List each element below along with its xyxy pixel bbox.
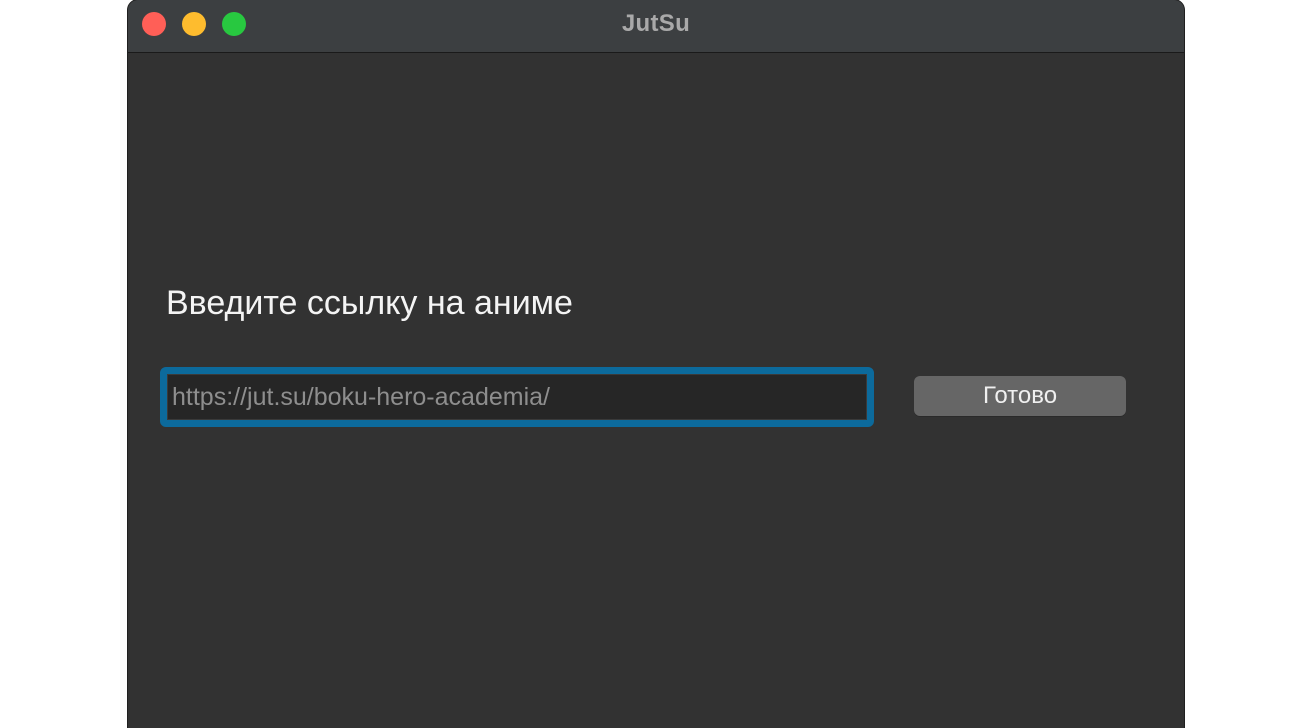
prompt-label: Введите ссылку на аниме	[166, 284, 573, 322]
submit-button[interactable]: Готово	[914, 376, 1126, 416]
window-title: JutSu	[621, 10, 691, 37]
app-window: JutSu Введите ссылку на аниме Готово	[128, 0, 1184, 728]
url-input-focus-ring	[160, 367, 874, 427]
url-input[interactable]	[167, 374, 867, 420]
title-bar: JutSu	[128, 0, 1184, 53]
main-content: Введите ссылку на аниме Готово	[128, 53, 1184, 728]
